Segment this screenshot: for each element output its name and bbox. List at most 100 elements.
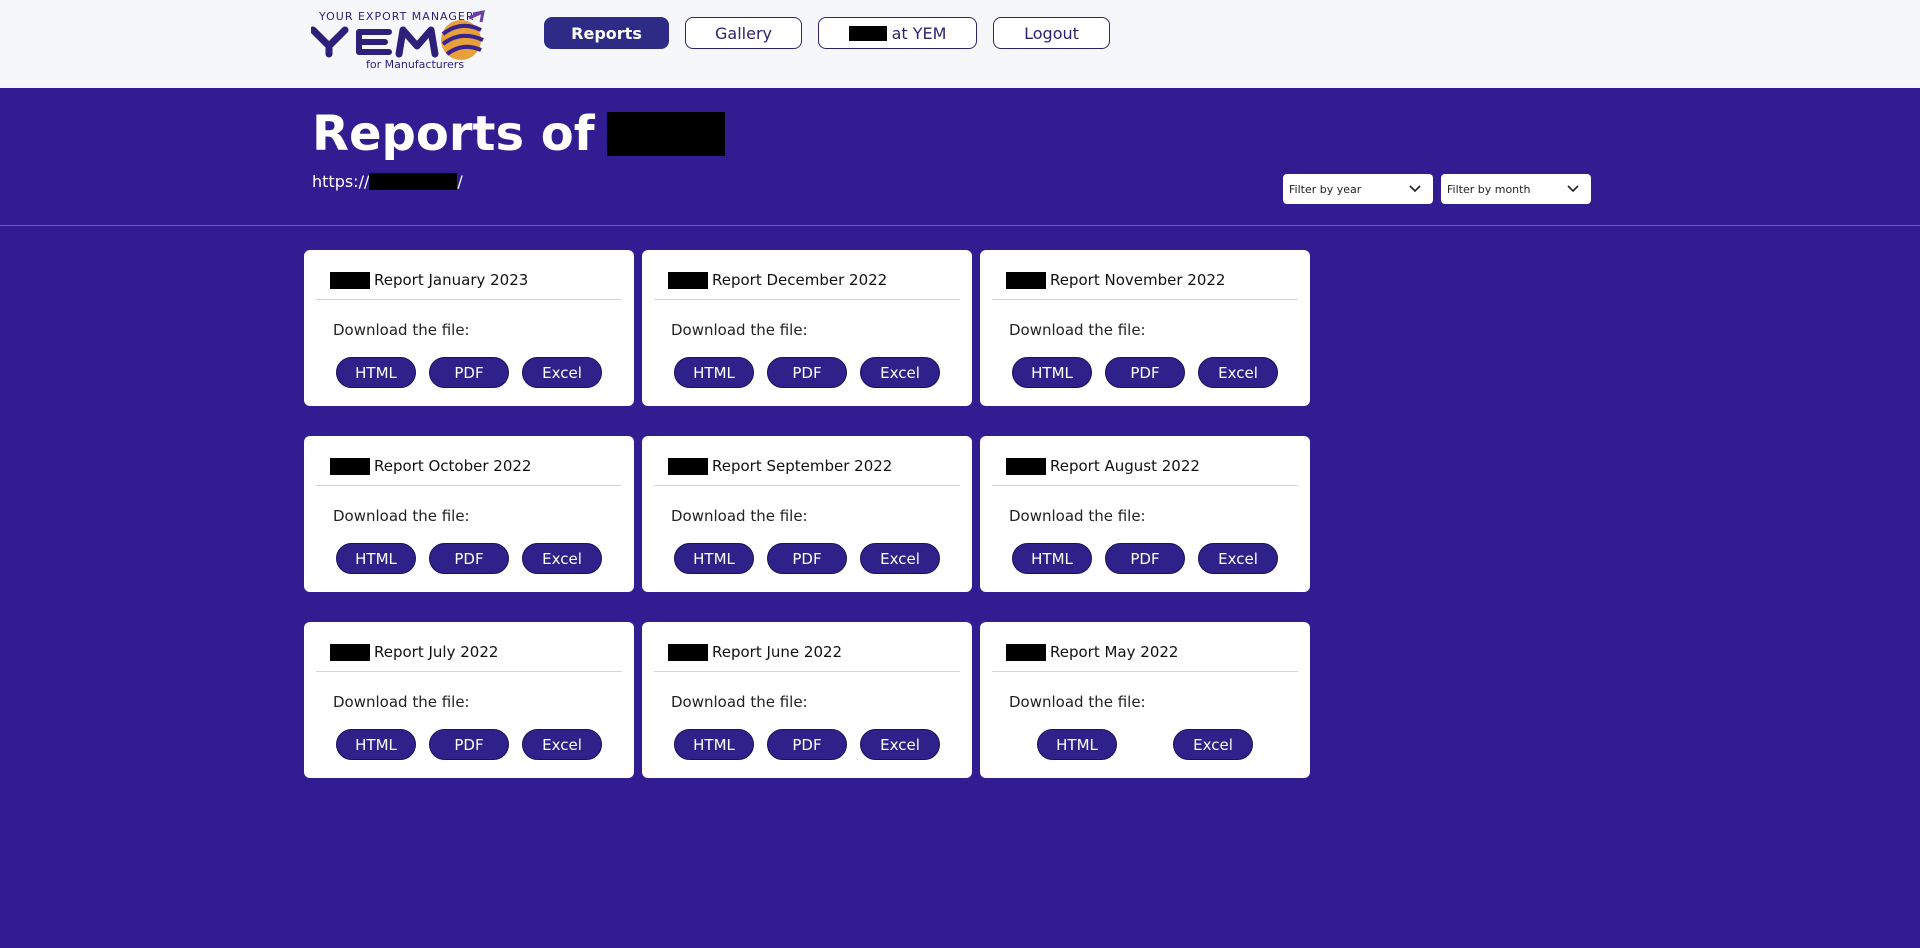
download-excel-button[interactable]: Excel (1173, 729, 1253, 760)
download-pdf-button[interactable]: PDF (767, 543, 847, 574)
site-url: https:// / (312, 172, 463, 191)
section-divider (0, 225, 1920, 226)
chevron-down-icon (1567, 185, 1579, 193)
top-navbar: YOUR EXPORT MANAGER for Manufacturers Re… (0, 0, 1920, 88)
download-label: Download the file: (1009, 693, 1146, 711)
download-excel-button[interactable]: Excel (860, 357, 940, 388)
logo-subtitle: for Manufacturers (366, 58, 465, 71)
redacted-block (369, 173, 458, 190)
download-label: Download the file: (1009, 321, 1146, 339)
report-card-title: Report May 2022 (1006, 643, 1298, 661)
nav-reports-button[interactable]: Reports (544, 17, 669, 49)
download-excel-button[interactable]: Excel (860, 729, 940, 760)
report-card-title: Report August 2022 (1006, 457, 1298, 475)
report-card-title: Report June 2022 (668, 643, 960, 661)
download-label: Download the file: (671, 507, 808, 525)
report-title-text: Report September 2022 (712, 457, 893, 475)
report-title-text: Report December 2022 (712, 271, 888, 289)
page-title: Reports of (312, 106, 725, 162)
report-card: Report November 2022 Download the file: HT… (980, 250, 1310, 406)
download-excel-button[interactable]: Excel (522, 543, 602, 574)
download-html-button[interactable]: HTML (1037, 729, 1117, 760)
card-divider (654, 671, 960, 672)
report-title-text: Report November 2022 (1050, 271, 1226, 289)
filter-month-label: Filter by month (1447, 182, 1531, 196)
redacted-block (668, 271, 708, 289)
download-excel-button[interactable]: Excel (860, 543, 940, 574)
report-card-title: Report December 2022 (668, 271, 960, 289)
redacted-block (606, 112, 725, 156)
report-card: Report January 2023 Download the file: HTM… (304, 250, 634, 406)
report-card-title: Report September 2022 (668, 457, 960, 475)
download-pdf-button[interactable]: PDF (1105, 357, 1185, 388)
download-html-button[interactable]: HTML (336, 729, 416, 760)
report-title-text: Report July 2022 (374, 643, 499, 661)
report-title-text: Report October 2022 (374, 457, 532, 475)
page-title-text: Reports of (312, 106, 595, 162)
card-divider (316, 485, 622, 486)
download-pdf-button[interactable]: PDF (767, 357, 847, 388)
card-divider (992, 485, 1298, 486)
download-pdf-button[interactable]: PDF (429, 357, 509, 388)
download-pdf-button[interactable]: PDF (767, 729, 847, 760)
card-divider (992, 671, 1298, 672)
card-divider (992, 299, 1298, 300)
nav-logout-button[interactable]: Logout (993, 17, 1110, 49)
report-title-text: Report May 2022 (1050, 643, 1179, 661)
url-prefix: https:// (312, 172, 370, 191)
report-card: Report June 2022 Download the file: HTML PD… (642, 622, 972, 778)
redacted-block (1006, 457, 1046, 475)
download-excel-button[interactable]: Excel (1198, 543, 1278, 574)
redacted-block (668, 643, 708, 661)
redacted-block (848, 25, 887, 41)
download-excel-button[interactable]: Excel (1198, 357, 1278, 388)
download-html-button[interactable]: HTML (1012, 357, 1092, 388)
redacted-block (668, 457, 708, 475)
redacted-block (330, 271, 370, 289)
download-html-button[interactable]: HTML (336, 357, 416, 388)
card-divider (654, 485, 960, 486)
download-label: Download the file: (333, 693, 470, 711)
nav-at-yem-label: at YEM (891, 23, 947, 43)
chevron-down-icon (1409, 185, 1421, 193)
download-html-button[interactable]: HTML (336, 543, 416, 574)
download-label: Download the file: (671, 321, 808, 339)
download-pdf-button[interactable]: PDF (429, 729, 509, 760)
download-pdf-button[interactable]: PDF (429, 543, 509, 574)
report-card-title: Report July 2022 (330, 643, 622, 661)
download-excel-button[interactable]: Excel (522, 357, 602, 388)
card-divider (654, 299, 960, 300)
download-excel-button[interactable]: Excel (522, 729, 602, 760)
redacted-block (1006, 271, 1046, 289)
download-label: Download the file: (671, 693, 808, 711)
url-suffix: / (457, 172, 463, 191)
report-card: Report October 2022 Download the file: HTM… (304, 436, 634, 592)
report-title-text: Report August 2022 (1050, 457, 1200, 475)
yem-logo[interactable]: YOUR EXPORT MANAGER for Manufacturers (311, 8, 517, 74)
report-card: Report September 2022 Download the file: H… (642, 436, 972, 592)
report-card-title: Report January 2023 (330, 271, 622, 289)
download-label: Download the file: (333, 321, 470, 339)
download-html-button[interactable]: HTML (674, 729, 754, 760)
download-html-button[interactable]: HTML (674, 543, 754, 574)
filter-month-select[interactable]: Filter by month (1441, 174, 1591, 204)
report-card-title: Report November 2022 (1006, 271, 1298, 289)
redacted-block (330, 457, 370, 475)
redacted-block (330, 643, 370, 661)
report-card: Report August 2022 Download the file: HTML… (980, 436, 1310, 592)
redacted-block (1006, 643, 1046, 661)
report-title-text: Report January 2023 (374, 271, 529, 289)
report-card: Report December 2022 Download the file: HT… (642, 250, 972, 406)
report-card: Report May 2022 Download the file: HTML Exc… (980, 622, 1310, 778)
card-divider (316, 299, 622, 300)
filter-year-select[interactable]: Filter by year (1283, 174, 1433, 204)
report-card-title: Report October 2022 (330, 457, 622, 475)
nav-gallery-button[interactable]: Gallery (685, 17, 802, 49)
download-pdf-button[interactable]: PDF (1105, 543, 1185, 574)
card-divider (316, 671, 622, 672)
download-html-button[interactable]: HTML (1012, 543, 1092, 574)
nav-at-yem-button[interactable]: at YEM (818, 17, 977, 49)
download-html-button[interactable]: HTML (674, 357, 754, 388)
download-label: Download the file: (333, 507, 470, 525)
download-label: Download the file: (1009, 507, 1146, 525)
